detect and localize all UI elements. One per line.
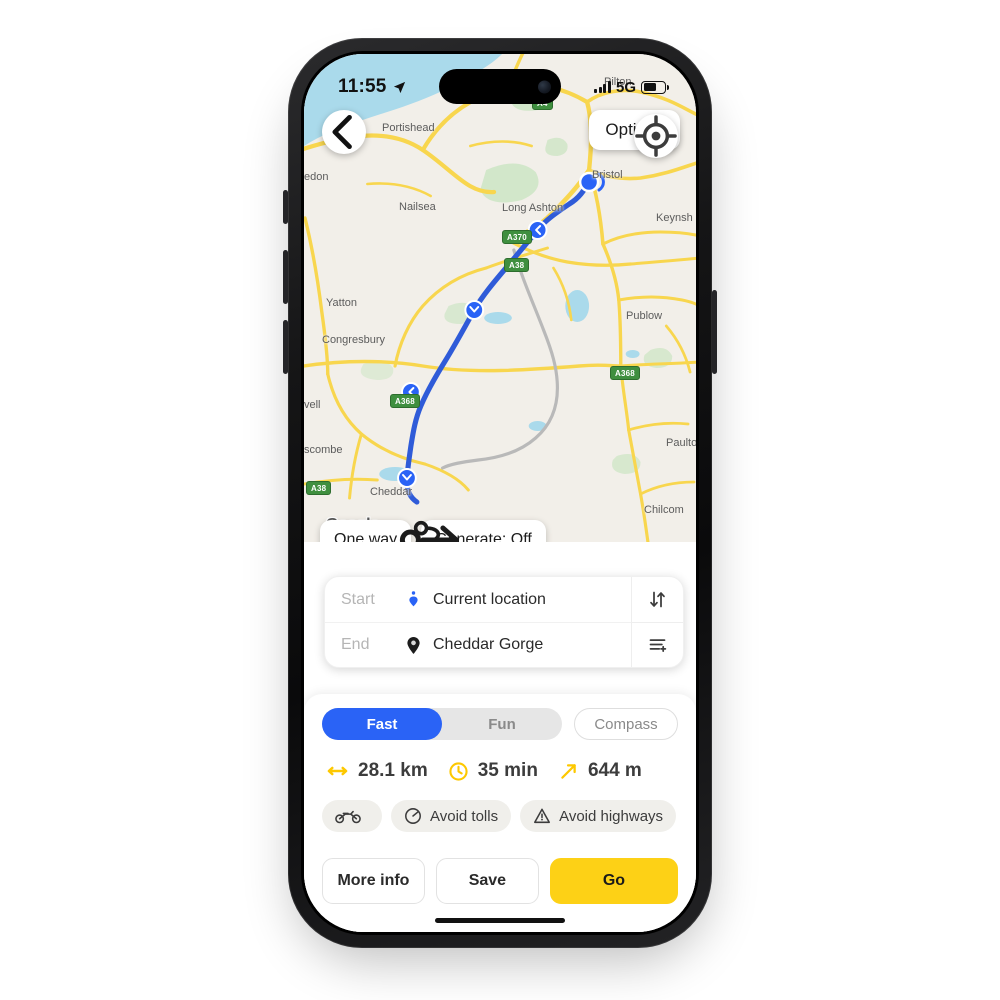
start-field-row[interactable]: Start Current location — [325, 577, 631, 622]
screenshot-stage: 11:55 5G Portishead Pilton Bristol Long … — [0, 0, 1000, 1000]
end-field-row[interactable]: End Cheddar Gorge — [325, 622, 631, 667]
map-place-label: Publow — [626, 310, 663, 322]
avoid-highways-label: Avoid highways — [559, 807, 664, 825]
road-shield: A370 — [502, 230, 532, 244]
tab-fun-label: Fun — [488, 715, 516, 733]
map-place-label: Cheddar — [370, 486, 413, 498]
route-details-panel: Fast Fun Compass 28.1 km 35 min 644 m Av… — [304, 694, 696, 932]
map-place-label: Pilton — [604, 76, 632, 88]
map-place-label: Chilcom — [644, 504, 684, 516]
map-place-label: scombe — [304, 444, 343, 456]
swap-vertical-icon — [650, 591, 665, 608]
stat-elevation: 644 m — [558, 760, 642, 782]
more-info-button[interactable]: More info — [322, 858, 425, 904]
compass-button[interactable]: Compass — [574, 708, 678, 740]
map-place-label: Nailsea — [399, 201, 436, 213]
phone-bezel: 11:55 5G Portishead Pilton Bristol Long … — [301, 51, 699, 935]
phone-frame: 11:55 5G Portishead Pilton Bristol Long … — [288, 38, 712, 948]
map-place-label: Congresbury — [322, 334, 385, 346]
tab-fast-label: Fast — [366, 715, 398, 733]
route-fields: Start Current location End Cheddar Gorge — [325, 577, 631, 667]
road-shield: A368 — [390, 394, 420, 408]
end-label: End — [341, 636, 370, 653]
front-camera-icon — [538, 80, 551, 93]
map-place-label: Paulto — [666, 437, 696, 449]
stat-distance-value: 28.1 km — [358, 760, 428, 781]
go-button[interactable]: Go — [549, 858, 678, 904]
map-place-label: Yatton — [326, 297, 357, 309]
route-filters: Avoid tolls Avoid highways — [322, 800, 678, 832]
map-place-label: Keynsh — [656, 212, 693, 224]
locate-crosshair-icon — [635, 115, 677, 157]
tab-fun[interactable]: Fun — [442, 708, 562, 740]
route-action-buttons: More info Save Go — [322, 858, 678, 904]
back-button[interactable] — [322, 110, 366, 154]
distance-icon — [327, 766, 348, 776]
stat-duration: 35 min — [448, 760, 538, 782]
clock-icon — [449, 761, 468, 781]
dynamic-island — [439, 69, 561, 104]
road-shield: A368 — [610, 366, 640, 380]
bottom-sheet: Start Current location End Cheddar Gorge… — [304, 542, 696, 932]
generate-route-icon — [413, 520, 441, 542]
elevation-icon — [561, 763, 576, 779]
vehicle-filter-chip[interactable] — [322, 800, 382, 832]
route-type-segmented-control: Fast Fun — [322, 708, 562, 740]
map-mode-chips: One way Generate: Off — [320, 520, 546, 542]
road-shield: A38 — [504, 258, 530, 272]
compass-label: Compass — [594, 715, 658, 733]
save-button[interactable]: Save — [435, 858, 539, 904]
map-place-label: Bristol — [592, 169, 623, 181]
end-value: Cheddar Gorge — [433, 636, 544, 653]
phone-screen: 11:55 5G Portishead Pilton Bristol Long … — [304, 54, 696, 932]
stat-elevation-value: 644 m — [587, 760, 642, 781]
tab-fast[interactable]: Fast — [322, 708, 442, 740]
generate-chip[interactable]: Generate: Off — [413, 520, 546, 542]
map-place-label: edon — [304, 171, 329, 183]
power-button[interactable] — [712, 290, 717, 374]
waypoints-list-icon — [649, 639, 667, 653]
road-shield: A38 — [306, 481, 332, 495]
swap-endpoints-button[interactable] — [632, 577, 683, 622]
map-place-label: Long Ashton — [502, 202, 564, 214]
home-indicator[interactable] — [435, 918, 565, 923]
avoid-tolls-chip[interactable]: Avoid tolls — [391, 800, 512, 832]
save-label: Save — [468, 872, 507, 889]
map-canvas[interactable]: Portishead Pilton Bristol Long Ashton Nailse… — [304, 54, 696, 542]
locate-me-button[interactable] — [634, 114, 678, 158]
map-pin-icon — [403, 636, 423, 655]
avoid-tolls-label: Avoid tolls — [430, 807, 499, 825]
map-place-label: vell — [304, 399, 321, 411]
stat-distance: 28.1 km — [326, 760, 428, 782]
toll-icon — [405, 808, 421, 824]
stat-duration-value: 35 min — [477, 760, 538, 781]
route-card-actions — [631, 577, 683, 667]
route-input-card: Start Current location End Cheddar Gorge — [324, 576, 684, 668]
waypoints-button[interactable] — [632, 621, 683, 668]
go-label: Go — [602, 872, 626, 889]
route-type-row: Fast Fun Compass — [322, 708, 678, 740]
current-location-dot-icon — [403, 591, 423, 608]
more-info-label: More info — [337, 872, 410, 889]
route-stats: 28.1 km 35 min 644 m — [322, 760, 678, 782]
avoid-highways-chip[interactable]: Avoid highways — [520, 800, 677, 832]
motorcycle-icon — [335, 810, 361, 824]
chevron-left-icon — [332, 114, 352, 150]
warning-triangle-icon — [534, 808, 551, 824]
start-label: Start — [341, 590, 375, 608]
start-value: Current location — [433, 590, 546, 608]
